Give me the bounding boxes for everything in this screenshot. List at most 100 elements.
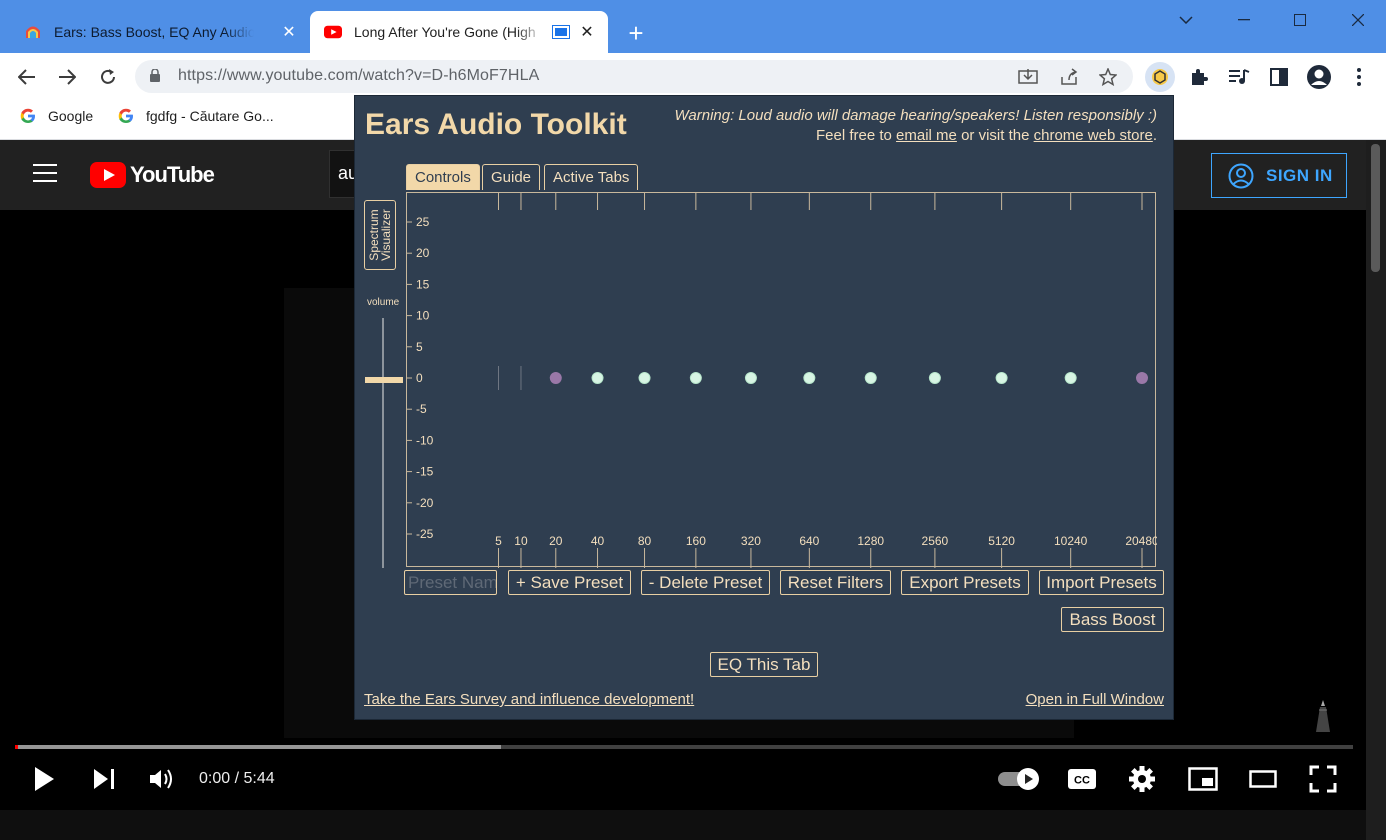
eq-node-40[interactable] — [591, 372, 604, 384]
time-display: 0:00 / 5:44 — [199, 770, 275, 787]
spectrum-visualizer-label: Spectrum Visualizer — [367, 209, 393, 261]
closed-captions-icon: CC — [1068, 769, 1096, 789]
address-bar[interactable]: https://www.youtube.com/watch?v=D-h6MoF7… — [135, 60, 1133, 93]
x-tick-label: 5 — [495, 534, 502, 548]
window-close-icon[interactable] — [1338, 6, 1378, 34]
eq-graph[interactable]: 25 20 15 10 5 0 -5 -10 -15 -20 -25 5 10 20 40 80 160 320 6… — [406, 192, 1157, 568]
sign-in-button[interactable]: SIGN IN — [1211, 153, 1347, 198]
spectrum-visualizer-button[interactable]: Spectrum Visualizer — [364, 200, 396, 270]
google-icon — [118, 108, 133, 123]
bass-boost-button[interactable]: Bass Boost — [1061, 607, 1164, 632]
eq-node-20480[interactable] — [1136, 372, 1148, 384]
eq-node-2560[interactable] — [928, 372, 941, 384]
volume-slider-track[interactable] — [382, 318, 384, 568]
extensions-puzzle-icon[interactable] — [1186, 64, 1212, 90]
y-tick-label: -10 — [416, 433, 434, 447]
page-scrollbar[interactable] — [1366, 140, 1386, 840]
eq-node-640[interactable] — [803, 372, 816, 384]
progress-buffered — [15, 745, 501, 749]
video-figurine-image — [1316, 700, 1330, 732]
svg-text:CC: CC — [1074, 775, 1090, 787]
bookmark-star-icon[interactable] — [1097, 66, 1119, 88]
volume-slider-thumb[interactable] — [365, 377, 403, 383]
period-text: . — [1152, 127, 1157, 144]
profile-avatar-icon[interactable] — [1306, 64, 1332, 90]
theater-mode-button[interactable] — [1247, 765, 1279, 793]
tab-guide[interactable]: Guide — [482, 164, 541, 190]
fullscreen-button[interactable] — [1307, 765, 1339, 793]
side-panel-icon[interactable] — [1266, 64, 1292, 90]
ears-favicon-icon — [26, 26, 40, 38]
settings-button[interactable] — [1127, 765, 1157, 793]
miniplayer-button[interactable] — [1187, 765, 1219, 793]
ears-popup: Ears Audio Toolkit Warning: Loud audio w… — [354, 95, 1174, 720]
sign-in-label: SIGN IN — [1266, 165, 1333, 185]
back-arrow-icon[interactable] — [13, 63, 41, 91]
next-button[interactable] — [90, 765, 118, 793]
hamburger-menu-icon[interactable] — [33, 164, 57, 182]
new-tab-button[interactable]: + — [622, 20, 650, 48]
progress-played — [15, 745, 18, 749]
survey-link[interactable]: Take the Ears Survey and influence devel… — [364, 691, 694, 708]
account-circle-icon — [1228, 163, 1254, 188]
y-tick-label: -25 — [416, 527, 434, 541]
media-queue-icon[interactable] — [1226, 64, 1252, 90]
save-preset-button[interactable]: + Save Preset — [508, 570, 631, 595]
page-below-player — [0, 810, 1366, 840]
forward-arrow-icon[interactable] — [53, 63, 81, 91]
youtube-play-logo-icon — [90, 162, 126, 188]
youtube-logo[interactable]: YouTube — [90, 162, 215, 188]
chrome-store-link[interactable]: chrome web store — [1034, 127, 1153, 144]
bookmark-search[interactable]: fgdfg - Căutare Go... — [118, 108, 274, 124]
preset-name-input[interactable] — [404, 570, 497, 595]
open-full-window-link[interactable]: Open in Full Window — [1026, 691, 1164, 708]
tab-youtube[interactable]: Long After You're Gone (High ✕ — [310, 11, 608, 53]
tab-active-tabs[interactable]: Active Tabs — [544, 164, 639, 190]
play-icon — [35, 767, 54, 791]
maximize-icon[interactable] — [1280, 6, 1320, 34]
tab-title: Long After You're Gone (High — [354, 24, 536, 40]
y-tick-label: -15 — [416, 465, 434, 479]
reset-filters-button[interactable]: Reset Filters — [780, 570, 891, 595]
tab-ears[interactable]: Ears: Bass Boost, EQ Any Audio! - Chr ✕ — [10, 11, 310, 53]
eq-node-10240[interactable] — [1064, 372, 1077, 384]
ears-title: Ears Audio Toolkit — [365, 108, 627, 141]
chrome-menu-icon[interactable] — [1346, 64, 1372, 90]
reload-icon[interactable] — [94, 63, 122, 91]
eq-node-320[interactable] — [744, 372, 757, 384]
play-button[interactable] — [30, 765, 58, 793]
scroll-thumb[interactable] — [1371, 144, 1380, 272]
eq-chart-svg[interactable]: 25 20 15 10 5 0 -5 -10 -15 -20 -25 5 10 20 40 80 160 320 6… — [407, 193, 1157, 568]
bookmark-label: fgdfg - Căutare Go... — [146, 108, 274, 124]
eq-node-80[interactable] — [638, 372, 651, 384]
url-text: https://www.youtube.com/watch?v=D-h6MoF7… — [178, 67, 540, 84]
youtube-favicon-icon — [324, 25, 342, 39]
share-icon[interactable] — [1058, 66, 1080, 88]
x-tick-label: 40 — [591, 534, 605, 548]
close-icon[interactable]: ✕ — [578, 23, 596, 41]
x-tick-label: 320 — [741, 534, 761, 548]
eq-node-160[interactable] — [689, 372, 702, 384]
install-app-icon[interactable] — [1017, 66, 1039, 88]
close-icon[interactable]: ✕ — [280, 23, 298, 41]
tab-controls[interactable]: Controls — [406, 164, 480, 190]
import-presets-button[interactable]: Import Presets — [1039, 570, 1164, 595]
export-presets-button[interactable]: Export Presets — [901, 570, 1029, 595]
email-link[interactable]: email me — [896, 127, 957, 144]
mute-button[interactable] — [147, 765, 177, 793]
eq-node-5120[interactable] — [995, 372, 1008, 384]
ears-extension-icon[interactable] — [1145, 62, 1175, 92]
autoplay-toggle[interactable] — [996, 765, 1042, 793]
eq-this-tab-button[interactable]: EQ This Tab — [710, 652, 818, 677]
eq-node-1280[interactable] — [864, 372, 877, 384]
captions-button[interactable]: CC — [1066, 765, 1098, 793]
volume-label: volume — [367, 297, 400, 308]
minimize-icon[interactable] — [1224, 6, 1264, 34]
feel-free-text: Feel free to — [816, 127, 892, 144]
tab-search-icon[interactable] — [1166, 6, 1206, 34]
bookmark-google[interactable]: Google — [20, 108, 93, 124]
eq-node-20[interactable] — [549, 372, 562, 384]
progress-bar[interactable] — [15, 745, 1353, 749]
y-tick-label: 0 — [416, 371, 423, 385]
delete-preset-button[interactable]: - Delete Preset — [641, 570, 770, 595]
